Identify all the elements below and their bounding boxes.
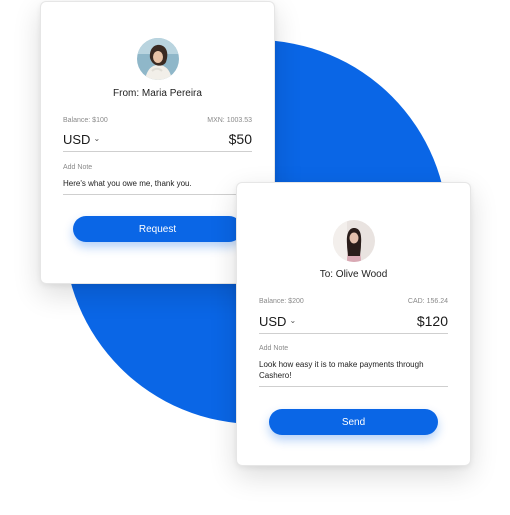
recipient-name: To: Olive Wood (319, 269, 388, 280)
amount-input[interactable]: $120 (417, 313, 448, 329)
balance-row: Balance: $100 MXN: 1003.53 (63, 117, 252, 124)
currency-select[interactable]: USD ⌄ (63, 132, 100, 147)
conversion-label: MXN: 1003.53 (207, 117, 252, 124)
avatar-olive (332, 220, 375, 262)
send-card: To: Olive Wood Balance: $200 CAD: 156.24… (236, 182, 471, 466)
balance-label: Balance: $100 (63, 117, 108, 124)
note-input[interactable]: Look how easy it is to make payments thr… (259, 359, 448, 387)
currency-select[interactable]: USD ⌄ (259, 314, 296, 329)
amount-row: USD ⌄ $50 (63, 131, 252, 152)
avatar-maria (136, 38, 179, 80)
amount-row: USD ⌄ $120 (259, 313, 448, 334)
sender-name: From: Maria Pereira (113, 88, 202, 99)
balance-label: Balance: $200 (259, 298, 304, 305)
note-input[interactable]: Here's what you owe me, thank you. (63, 178, 252, 195)
chevron-down-icon: ⌄ (289, 315, 297, 325)
conversion-label: CAD: 156.24 (407, 298, 448, 305)
note-label: Add Note (63, 164, 93, 171)
currency-code: USD (259, 313, 287, 329)
chevron-down-icon: ⌄ (93, 133, 101, 143)
note-label: Add Note (259, 345, 289, 352)
currency-code: USD (63, 131, 91, 147)
send-button[interactable]: Send (269, 409, 438, 435)
balance-row: Balance: $200 CAD: 156.24 (259, 298, 448, 305)
amount-input[interactable]: $50 (229, 131, 252, 147)
request-button[interactable]: Request (73, 216, 242, 242)
